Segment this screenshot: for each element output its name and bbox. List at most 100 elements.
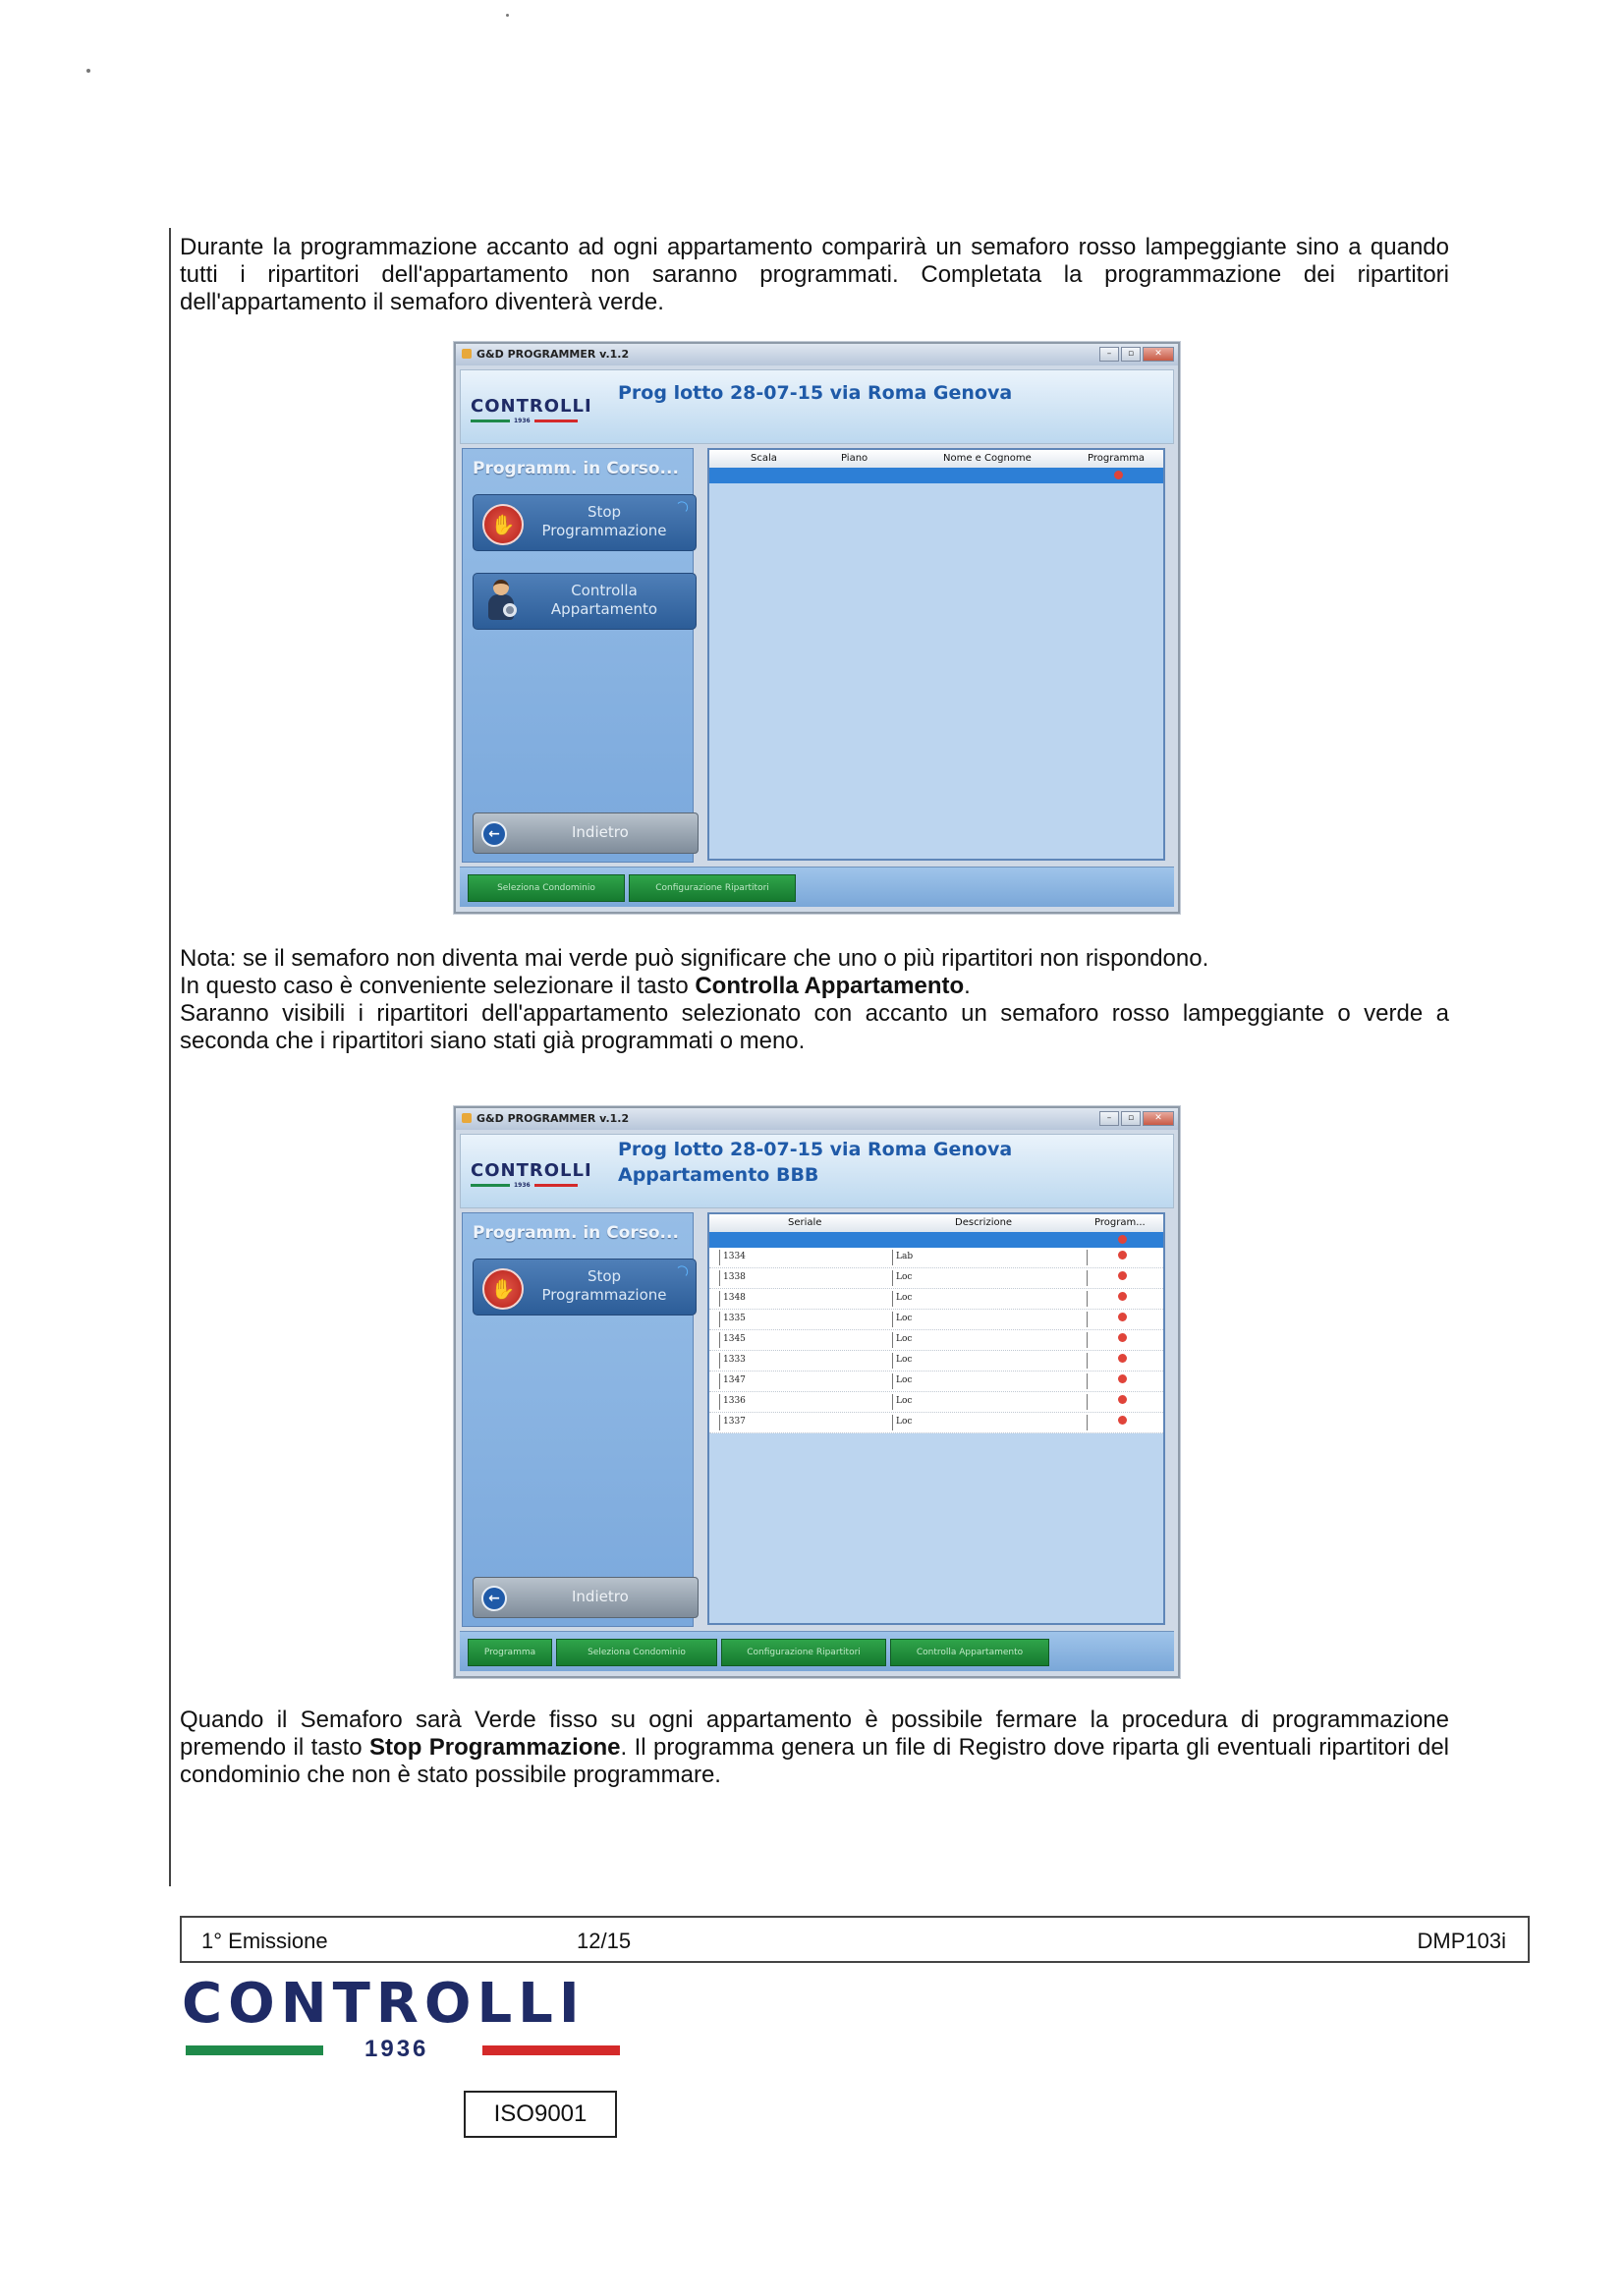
descrizione-cell: Lab <box>896 1252 914 1261</box>
ripartitori-rows: 1334 Lab 1338 Loc 1348 Loc 1335 Loc 1345 Loc 1333 L… <box>709 1248 1163 1433</box>
grid-header: Scala Piano Nome e Cognome Programma <box>709 450 1163 469</box>
red-semaforo-icon <box>1118 1271 1127 1280</box>
table-row[interactable]: 1348 Loc <box>709 1289 1163 1310</box>
tab-seleziona-condominio[interactable]: Seleziona Condominio <box>468 874 625 902</box>
selected-apartment-row[interactable] <box>709 468 1163 483</box>
table-row[interactable]: 1336 Loc <box>709 1392 1163 1413</box>
tab-configurazione-ripartitori[interactable]: Configurazione Ripartitori <box>629 874 796 902</box>
seriale-cell: 1335 <box>723 1314 746 1323</box>
controlli-logo: CONTROLLI 1936 <box>471 1160 608 1189</box>
table-row[interactable]: 1347 Loc <box>709 1372 1163 1392</box>
app-icon <box>462 1113 472 1123</box>
window-controls: – ▫ ✕ <box>1099 347 1174 362</box>
note-line2-text: In questo caso è conveniente selezionare… <box>180 973 696 999</box>
bottom-tab-bar: Seleziona Condominio Configurazione Ripa… <box>460 867 1174 907</box>
seriale-cell: 1337 <box>723 1417 746 1427</box>
table-row[interactable]: 1333 Loc <box>709 1351 1163 1372</box>
stop-button-line2: Programmazione <box>541 1286 667 1304</box>
controlli-logo: CONTROLLI 1936 <box>471 396 608 424</box>
header-subtitle: Appartamento BBB <box>618 1164 819 1186</box>
ripartitori-grid: Seriale Descrizione Program... 1334 Lab 13… <box>707 1212 1165 1625</box>
stop-programmazione-button[interactable]: ✋ ◠ Stop Programmazione <box>473 494 697 551</box>
stop-button-line1: Stop <box>587 1267 622 1285</box>
red-semaforo-icon <box>1118 1416 1127 1425</box>
note-line1: Nota: se il semaforo non diventa mai ver… <box>180 945 1209 972</box>
minimize-icon[interactable]: – <box>1099 347 1119 362</box>
descrizione-cell: Loc <box>896 1355 913 1365</box>
note-line2-bold: Controlla Appartamento <box>695 973 965 999</box>
red-semaforo-icon <box>1118 1292 1127 1301</box>
maximize-icon[interactable]: ▫ <box>1121 347 1141 362</box>
logo-year: 1936 <box>514 1182 531 1189</box>
tab-configurazione-ripartitori[interactable]: Configurazione Ripartitori <box>721 1639 886 1666</box>
window-controls: – ▫ ✕ <box>1099 1111 1174 1126</box>
back-button[interactable]: ← Indietro <box>473 812 699 854</box>
descrizione-cell: Loc <box>896 1417 913 1427</box>
seriale-cell: 1347 <box>723 1375 746 1385</box>
brand-year: 1936 <box>364 2036 429 2062</box>
left-panel: Programm. in Corso... ✋ ◠ Stop Programmaz… <box>462 448 699 863</box>
column-descrizione: Descrizione <box>955 1217 1013 1228</box>
window-title: G&D PROGRAMMER v.1.2 <box>476 1112 630 1125</box>
stop-programmazione-button[interactable]: ✋ ◠ Stop Programmazione <box>473 1259 697 1316</box>
screenshot-programmazione: G&D PROGRAMMER v.1.2 – ▫ ✕ CONTROLLI 193… <box>454 342 1180 914</box>
note-line2: In questo caso è conveniente selezionare… <box>180 973 1449 1000</box>
descrizione-cell: Loc <box>896 1314 913 1323</box>
footer-document-code: DMP103i <box>1417 1929 1506 1953</box>
window-title: G&D PROGRAMMER v.1.2 <box>476 348 630 361</box>
table-row[interactable]: 1337 Loc <box>709 1413 1163 1433</box>
table-row[interactable]: 1334 Lab <box>709 1248 1163 1268</box>
descrizione-cell: Loc <box>896 1396 913 1406</box>
red-semaforo-icon <box>1118 1333 1127 1342</box>
table-row[interactable]: 1335 Loc <box>709 1310 1163 1330</box>
header-title: Prog lotto 28-07-15 via Roma Genova <box>618 1139 1013 1160</box>
app-header: CONTROLLI 1936 Prog lotto 28-07-15 via R… <box>460 369 1174 444</box>
close-icon[interactable]: ✕ <box>1143 1111 1174 1126</box>
status-text: Programm. in Corso... <box>473 1223 679 1243</box>
seriale-cell: 1345 <box>723 1334 746 1344</box>
controlli-brand-logo: CONTROLLI 1936 <box>182 1972 620 2062</box>
note-line2-suffix: . <box>964 973 971 999</box>
status-text: Programm. in Corso... <box>473 459 679 478</box>
stop-button-line2: Programmazione <box>541 522 667 539</box>
check-button-line2: Appartamento <box>550 600 658 618</box>
header-title: Prog lotto 28-07-15 via Roma Genova <box>618 382 1013 404</box>
close-icon[interactable]: ✕ <box>1143 347 1174 362</box>
tab-controlla-appartamento[interactable]: Controlla Appartamento <box>890 1639 1049 1666</box>
logo-word: CONTROLLI <box>471 1160 592 1181</box>
window-titlebar: G&D PROGRAMMER v.1.2 <box>456 1108 1178 1130</box>
seriale-cell: 1348 <box>723 1293 746 1303</box>
margin-rule <box>169 228 171 1886</box>
footer-box: 1° Emissione 12/15 DMP103i <box>180 1916 1530 1963</box>
brand-word: CONTROLLI <box>182 1972 586 2036</box>
window-titlebar: G&D PROGRAMMER v.1.2 <box>456 344 1178 365</box>
column-piano: Piano <box>841 453 868 464</box>
back-button[interactable]: ← Indietro <box>473 1577 699 1618</box>
seriale-cell: 1333 <box>723 1355 746 1365</box>
tab-seleziona-condominio[interactable]: Seleziona Condominio <box>556 1639 717 1666</box>
back-button-label: Indietro <box>572 823 629 841</box>
left-panel: Programm. in Corso... ✋ ◠ Stop Programmaz… <box>462 1212 699 1627</box>
logo-word: CONTROLLI <box>471 396 592 417</box>
table-row[interactable]: 1338 Loc <box>709 1268 1163 1289</box>
table-row[interactable]: 1345 Loc <box>709 1330 1163 1351</box>
red-semaforo-icon <box>1118 1251 1127 1260</box>
controlla-appartamento-button[interactable]: Controlla Appartamento <box>473 573 697 630</box>
descrizione-cell: Loc <box>896 1293 913 1303</box>
selected-ripartitore-row[interactable] <box>709 1232 1163 1248</box>
tab-programma[interactable]: Programma <box>468 1639 552 1666</box>
app-icon <box>462 349 472 359</box>
brand-red-stripe <box>482 2045 620 2055</box>
column-nome-cognome: Nome e Cognome <box>943 453 1032 464</box>
minimize-icon[interactable]: – <box>1099 1111 1119 1126</box>
red-semaforo-icon <box>1118 1235 1127 1244</box>
screenshot-appartamento: G&D PROGRAMMER v.1.2 – ▫ ✕ CONTROLLI 193… <box>454 1106 1180 1678</box>
seriale-cell: 1334 <box>723 1252 746 1261</box>
red-semaforo-icon <box>1118 1374 1127 1383</box>
maximize-icon[interactable]: ▫ <box>1121 1111 1141 1126</box>
closing-paragraph: Quando il Semaforo sarà Verde fisso su o… <box>180 1707 1449 1789</box>
note-line3: Saranno visibili i ripartitori dell'appa… <box>180 1000 1449 1054</box>
column-scala: Scala <box>751 453 777 464</box>
brand-green-stripe <box>186 2045 323 2055</box>
stop-button-line1: Stop <box>587 503 622 521</box>
